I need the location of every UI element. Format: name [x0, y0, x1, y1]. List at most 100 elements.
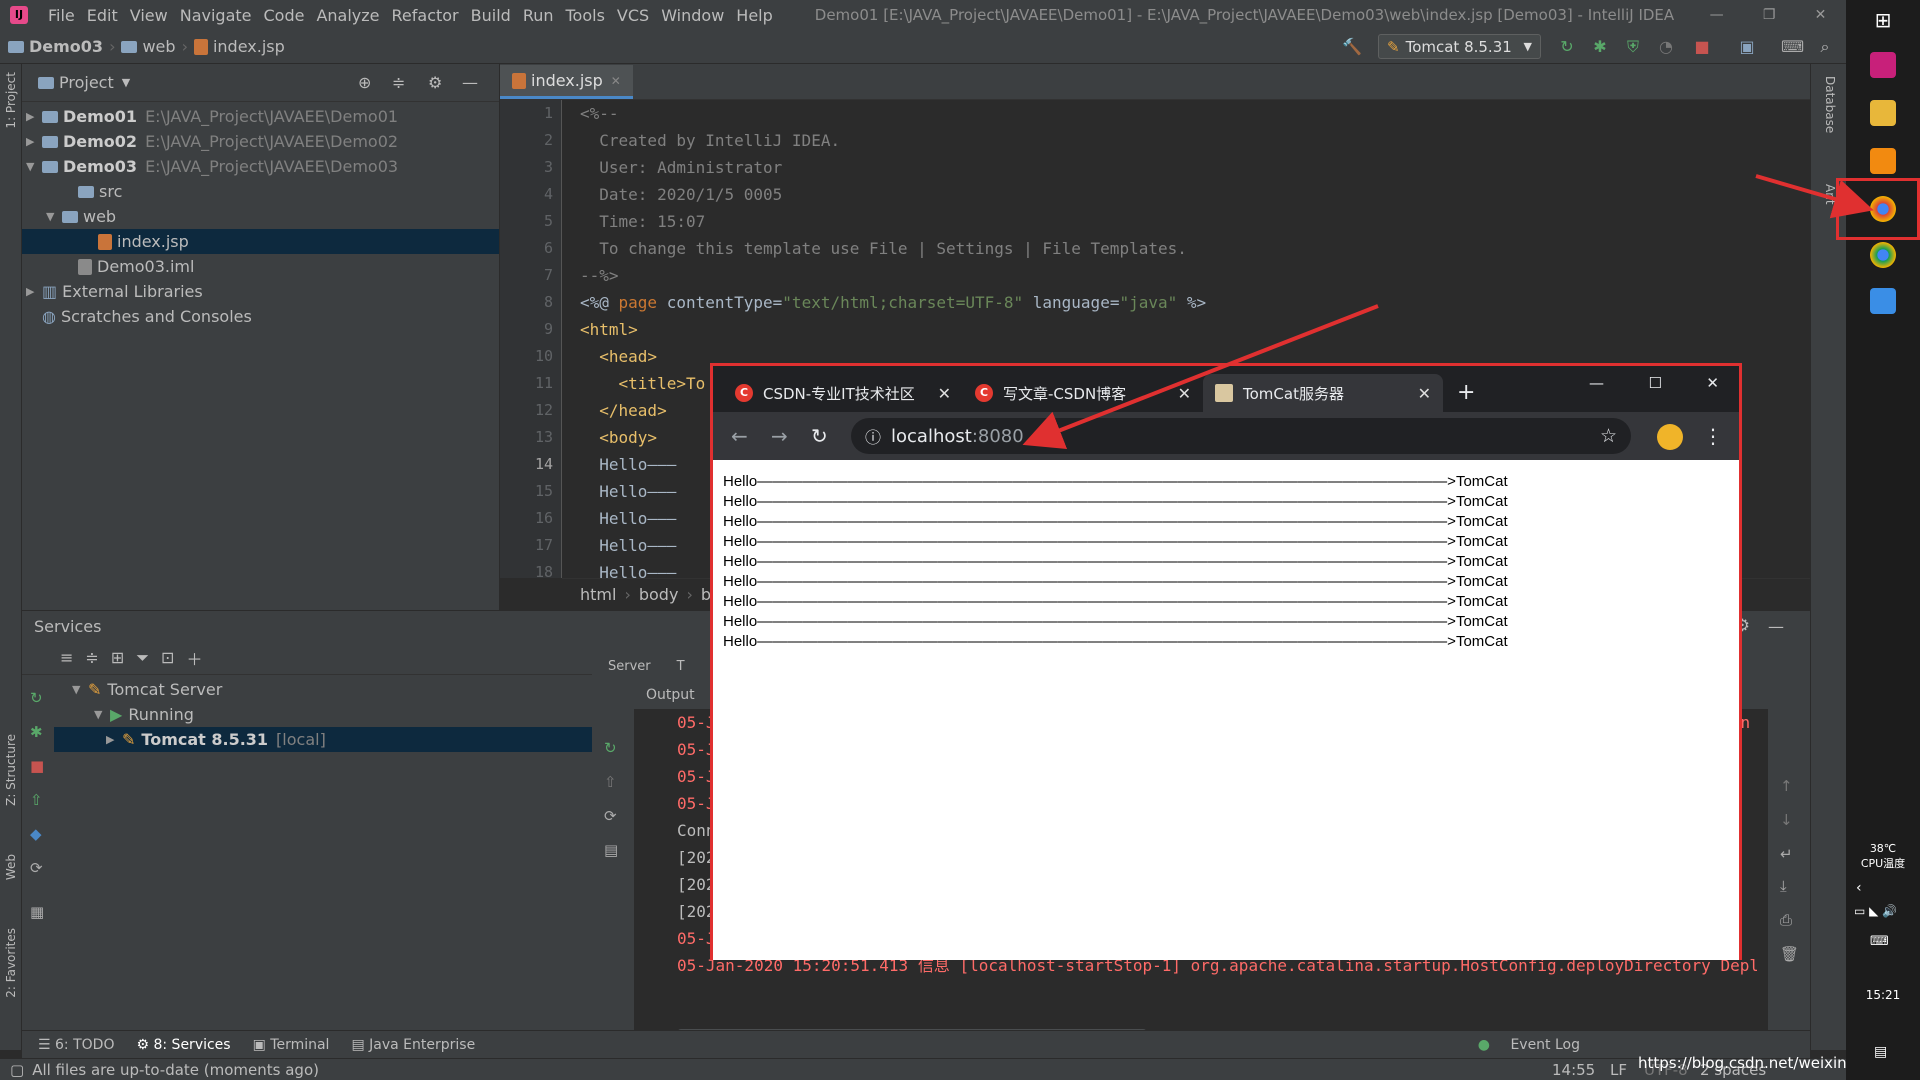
build-hammer-icon[interactable]: 🔨: [1342, 37, 1362, 57]
back-icon[interactable]: ←: [731, 424, 748, 448]
breadcrumb-body[interactable]: body: [639, 585, 679, 604]
expand-arrow-icon[interactable]: ▶: [26, 110, 42, 123]
database-tool-button[interactable]: Database: [1823, 76, 1837, 133]
collapse-all-icon[interactable]: ≑: [392, 73, 405, 92]
coverage-icon[interactable]: ⛨: [1623, 37, 1643, 57]
trash-icon[interactable]: 🗑: [1780, 945, 1799, 963]
menu-analyze[interactable]: Analyze: [310, 6, 385, 25]
locate-icon[interactable]: ⊕: [358, 73, 371, 92]
tree-item-demo01[interactable]: ▶ Demo01 E:\JAVA_Project\JAVAEE\Demo01: [22, 104, 499, 129]
bookmark-star-icon[interactable]: ☆: [1600, 425, 1617, 447]
deploy-icon[interactable]: ⇧: [30, 791, 43, 809]
profile-avatar[interactable]: [1657, 424, 1683, 450]
menu-tools[interactable]: Tools: [560, 6, 611, 25]
breadcrumb-index-jsp[interactable]: index.jsp: [213, 37, 285, 56]
artifact-icon[interactable]: ◆: [30, 825, 42, 843]
more-menu-icon[interactable]: ⋮: [1703, 424, 1723, 448]
menu-navigate[interactable]: Navigate: [174, 6, 258, 25]
stop-icon[interactable]: ■: [1692, 37, 1712, 57]
clock[interactable]: 15:21: [1846, 988, 1920, 1002]
breadcrumb-web[interactable]: web: [142, 37, 175, 56]
forward-icon[interactable]: →: [771, 424, 788, 448]
menu-view[interactable]: View: [124, 6, 174, 25]
run-configuration-select[interactable]: ✎ Tomcat 8.5.31 ▼: [1378, 34, 1541, 59]
new-service-icon[interactable]: ⊡: [161, 648, 174, 667]
info-icon[interactable]: ⓘ: [865, 424, 881, 448]
gear-icon[interactable]: ⚙: [428, 73, 442, 92]
filter-icon[interactable]: ⏷: [136, 648, 149, 668]
hide-icon[interactable]: —: [1768, 617, 1784, 636]
tree-item-iml[interactable]: Demo03.iml: [22, 254, 499, 279]
new-tab-button[interactable]: +: [1443, 374, 1489, 412]
close-tab-icon[interactable]: ✕: [1418, 384, 1431, 403]
tree-item-src[interactable]: src: [22, 179, 499, 204]
tab-todo[interactable]: ☰ 6: TODO: [38, 1037, 114, 1053]
collapse-arrow-icon[interactable]: ▼: [94, 708, 110, 721]
tree-item-external-libraries[interactable]: ▶ ▥ External Libraries: [22, 279, 499, 304]
breadcrumb-demo03[interactable]: Demo03: [29, 37, 103, 56]
soft-wrap-icon[interactable]: ↵: [1780, 845, 1793, 863]
collapse-all-icon[interactable]: ≑: [85, 648, 98, 667]
tree-item-demo02[interactable]: ▶ Demo02 E:\JAVA_Project\JAVAEE\Demo02: [22, 129, 499, 154]
menu-help[interactable]: Help: [730, 6, 778, 25]
up-arrow-icon[interactable]: ↑: [1780, 777, 1793, 795]
layout-icon[interactable]: ▦: [30, 903, 44, 921]
search-icon[interactable]: ⌕: [1815, 37, 1835, 57]
browser-tab-write-article[interactable]: C 写文章-CSDN博客 ✕: [963, 374, 1203, 412]
menu-code[interactable]: Code: [258, 6, 311, 25]
event-log-button[interactable]: Event Log: [1510, 1037, 1580, 1053]
refresh-icon[interactable]: ⟳: [30, 859, 43, 877]
tree-item-web[interactable]: ▼ web: [22, 204, 499, 229]
windows-start-icon[interactable]: ⊞: [1870, 8, 1896, 34]
close-icon[interactable]: ✕: [1706, 374, 1719, 392]
tree-item-demo03[interactable]: ▼ Demo03 E:\JAVA_Project\JAVAEE\Demo03: [22, 154, 499, 179]
collapse-arrow-icon[interactable]: ▼: [26, 160, 42, 173]
rerun-icon[interactable]: ↻: [1557, 37, 1577, 57]
web-tool-button[interactable]: Web: [4, 854, 18, 880]
line-separator[interactable]: LF: [1610, 1061, 1627, 1079]
chrome-alt-taskbar-icon[interactable]: [1870, 242, 1896, 268]
scroll-to-end-icon[interactable]: ⤓: [1780, 877, 1787, 895]
close-icon[interactable]: ✕: [1815, 7, 1827, 23]
intellij-taskbar-icon[interactable]: [1870, 52, 1896, 78]
structure-tool-button[interactable]: Z: Structure: [4, 734, 18, 806]
debug-icon[interactable]: ✱: [30, 723, 43, 741]
rerun-icon[interactable]: ↻: [30, 689, 43, 707]
print-icon[interactable]: ⎙: [1780, 911, 1792, 929]
menu-refactor[interactable]: Refactor: [386, 6, 465, 25]
tree-item-tomcat-instance[interactable]: ▶ ✎ Tomcat 8.5.31 [local]: [54, 727, 592, 752]
sublime-icon[interactable]: [1870, 148, 1896, 174]
reload-icon[interactable]: ↻: [811, 424, 828, 448]
tab-java-enterprise[interactable]: ▤ Java Enterprise: [351, 1037, 475, 1053]
maximize-icon[interactable]: ☐: [1648, 374, 1661, 392]
hide-icon[interactable]: —: [462, 73, 478, 92]
close-tab-icon[interactable]: ✕: [938, 384, 951, 403]
tree-item-scratches[interactable]: ◍ Scratches and Consoles: [22, 304, 499, 329]
app-taskbar-icon[interactable]: [1870, 288, 1896, 314]
browser-tab-tomcat[interactable]: TomCat服务器 ✕: [1203, 374, 1443, 412]
project-structure-icon[interactable]: ▣: [1737, 37, 1757, 57]
expand-arrow-icon[interactable]: ▶: [106, 733, 122, 746]
browser-tab-csdn[interactable]: C CSDN-专业IT技术社区 ✕: [723, 374, 963, 412]
tab-tomcat-log[interactable]: T: [677, 659, 685, 674]
keyboard-icon[interactable]: ⌨: [1870, 934, 1889, 949]
terminal-icon[interactable]: ⌨: [1781, 37, 1804, 57]
expand-arrow-icon[interactable]: ▶: [26, 135, 42, 148]
group-icon[interactable]: ⊞: [111, 648, 124, 667]
collapse-arrow-icon[interactable]: ▼: [46, 210, 62, 223]
menu-edit[interactable]: Edit: [81, 6, 124, 25]
profile-icon[interactable]: ◔: [1656, 37, 1676, 57]
breadcrumb-html[interactable]: html: [580, 585, 616, 604]
minimize-icon[interactable]: —: [1710, 7, 1724, 23]
address-bar[interactable]: ⓘ localhost:8080 ☆: [851, 418, 1631, 454]
favorites-tool-button[interactable]: 2: Favorites: [4, 928, 18, 998]
menu-build[interactable]: Build: [465, 6, 517, 25]
tab-services[interactable]: ⚙ 8: Services: [136, 1037, 230, 1053]
debug-icon[interactable]: ✱: [1590, 37, 1610, 57]
tab-index-jsp[interactable]: index.jsp ✕: [500, 65, 633, 99]
close-tab-icon[interactable]: ✕: [611, 74, 621, 88]
project-tool-button[interactable]: 1: Project: [4, 72, 18, 129]
add-icon[interactable]: ＋: [186, 646, 202, 670]
down-arrow-icon[interactable]: ↓: [1780, 811, 1793, 829]
tab-server[interactable]: Server: [608, 659, 651, 674]
